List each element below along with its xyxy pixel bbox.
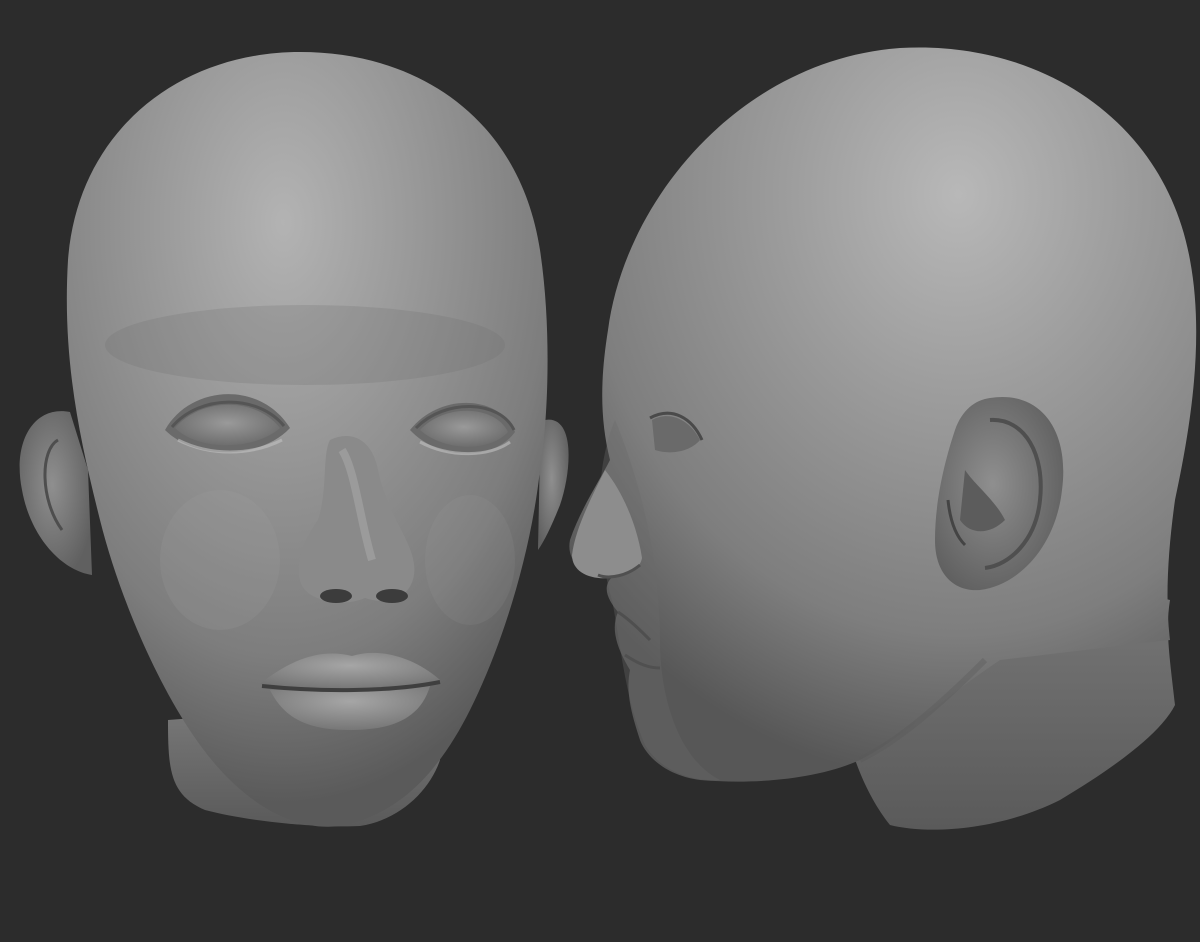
front-view bbox=[19, 52, 569, 827]
render-canvas bbox=[19, 47, 1197, 830]
sculpt-viewport[interactable] bbox=[0, 0, 1200, 942]
side-view bbox=[569, 47, 1197, 830]
